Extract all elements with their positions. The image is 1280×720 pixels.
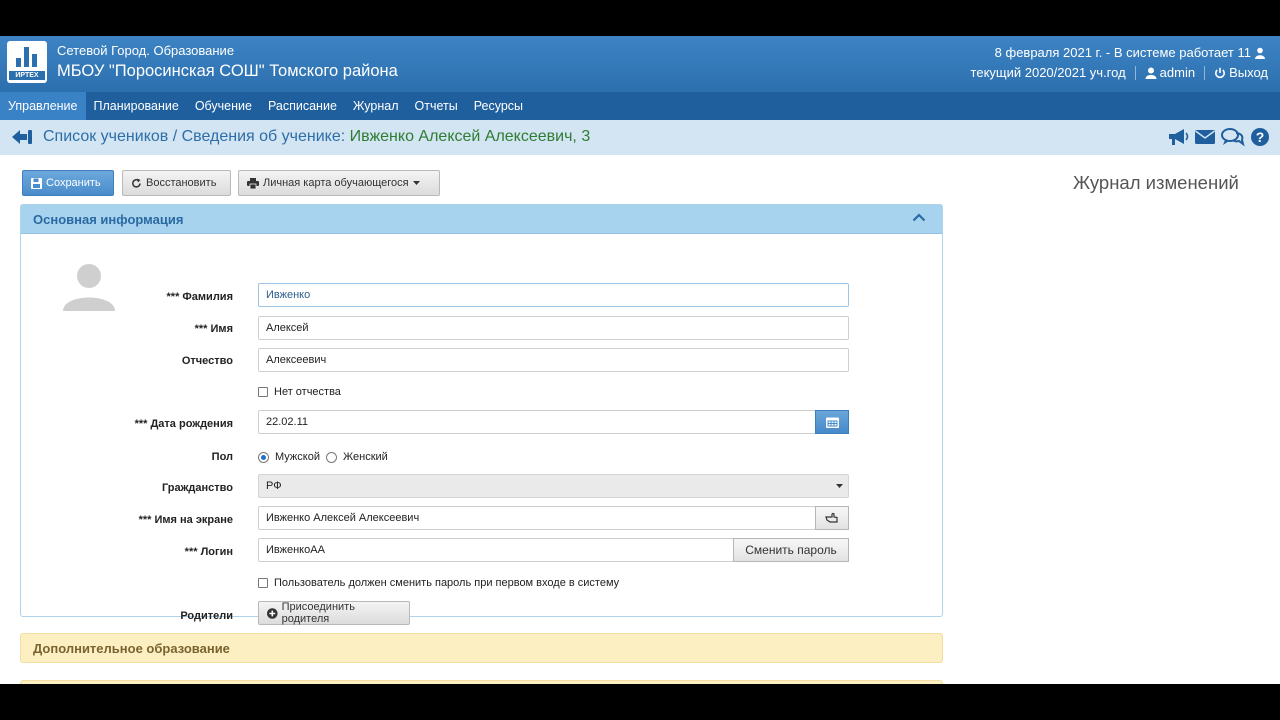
must-change-password-checkbox[interactable] <box>258 578 268 588</box>
label-display-name: *** Имя на экране <box>138 514 233 526</box>
app-logo[interactable]: ИРТЕХ <box>7 41 47 83</box>
display-name-input[interactable]: Ивженко Алексей Алексеевич <box>258 506 816 530</box>
refresh-icon <box>132 178 141 188</box>
user-menu[interactable]: admin <box>1145 65 1195 80</box>
display-name-generate-button[interactable] <box>815 506 849 530</box>
citizenship-value: РФ <box>266 480 282 492</box>
megaphone-icon[interactable] <box>1167 127 1189 147</box>
main-info-header[interactable]: Основная информация <box>21 205 942 234</box>
svg-text:?: ? <box>1256 129 1265 145</box>
save-label: Сохранить <box>46 177 101 189</box>
users-online-icon[interactable] <box>1254 47 1266 59</box>
app-subtitle: Сетевой Город. Образование <box>57 43 235 58</box>
school-year[interactable]: текущий 2020/2021 уч.год <box>971 65 1126 80</box>
extra-education-title: Дополнительное образование <box>33 641 230 656</box>
next-panel-header[interactable] <box>20 680 943 684</box>
change-password-button[interactable]: Сменить пароль <box>733 538 849 562</box>
date-status: 8 февраля 2021 г. - В системе работает 1… <box>995 45 1266 60</box>
bar-chart-icon <box>16 47 38 67</box>
calendar-button[interactable] <box>815 410 849 434</box>
label-citizenship: Гражданство <box>161 482 233 494</box>
date-status-text: 8 февраля 2021 г. - В системе работает 1… <box>994 45 1251 60</box>
help-icon[interactable]: ? <box>1250 127 1270 147</box>
header-user-area: текущий 2020/2021 уч.год admin Выход <box>971 65 1268 80</box>
user-name: admin <box>1159 65 1196 80</box>
top-header: ИРТЕХ Сетевой Город. Образование МБОУ "П… <box>0 36 1280 92</box>
user-icon <box>1145 67 1157 79</box>
main-info-panel: Основная информация *** Фамилия *** Имя … <box>20 204 943 625</box>
breadcrumb-text: Список учеников / Сведения об ученике: И… <box>43 128 590 146</box>
extra-education-panel[interactable]: Дополнительное образование <box>20 633 943 663</box>
gender-female-radio[interactable] <box>326 452 337 463</box>
back-arrow-icon[interactable] <box>10 127 34 147</box>
nav-item-schedule[interactable]: Расписание <box>260 92 345 120</box>
nav-item-management[interactable]: Управление <box>0 92 86 120</box>
logo-text: ИРТЕХ <box>9 71 45 80</box>
breadcrumb: Список учеников / Сведения об ученике: И… <box>0 120 1280 155</box>
patronymic-input[interactable]: Алексеевич <box>258 348 849 372</box>
restore-label: Восстановить <box>146 177 217 189</box>
calendar-icon <box>825 417 839 428</box>
no-patronymic-label: Нет отчества <box>274 386 341 398</box>
nav-item-planning[interactable]: Планирование <box>86 92 187 120</box>
label-login: *** Логин <box>184 546 233 558</box>
personal-card-dropdown[interactable]: Личная карта обучающегося <box>238 170 440 196</box>
login-input[interactable]: ИвженкоАА <box>258 538 734 562</box>
school-title: МБОУ "Поросинская СОШ" Томского района <box>57 62 398 80</box>
printer-icon <box>247 177 259 189</box>
label-gender: Пол <box>211 451 233 463</box>
label-parents: Родители <box>180 610 233 622</box>
power-icon <box>1215 67 1226 78</box>
birth-date-input[interactable]: 22.02.11 <box>258 410 816 434</box>
gender-male-radio[interactable] <box>258 452 269 463</box>
chat-icon[interactable] <box>1221 127 1245 147</box>
chevron-up-icon[interactable] <box>912 212 926 222</box>
label-patronymic: Отчество <box>181 355 233 367</box>
mail-icon[interactable] <box>1194 127 1216 147</box>
label-last-name: *** Фамилия <box>166 291 233 303</box>
floppy-icon <box>31 177 42 189</box>
caret-down-icon <box>412 180 420 185</box>
avatar-placeholder-icon <box>63 264 115 311</box>
breadcrumb-path[interactable]: Список учеников / Сведения об ученике: <box>43 128 350 145</box>
label-birth-date: *** Дата рождения <box>134 418 233 430</box>
nav-item-journal[interactable]: Журнал <box>345 92 407 120</box>
app-window: ИРТЕХ Сетевой Город. Образование МБОУ "П… <box>0 36 1280 684</box>
first-name-input[interactable]: Алексей <box>258 316 849 340</box>
hand-pointer-icon <box>825 512 838 523</box>
breadcrumb-actions: ? <box>1167 127 1270 147</box>
main-info-title: Основная информация <box>33 212 184 227</box>
restore-button[interactable]: Восстановить <box>122 170 231 196</box>
personal-card-label: Личная карта обучающегося <box>263 177 409 189</box>
main-nav: Управление Планирование Обучение Расписа… <box>0 92 1280 120</box>
save-button[interactable]: Сохранить <box>22 170 114 196</box>
nav-item-education[interactable]: Обучение <box>187 92 260 120</box>
logout-label: Выход <box>1229 65 1268 80</box>
logout-link[interactable]: Выход <box>1214 65 1268 80</box>
must-change-password-label: Пользователь должен сменить пароль при п… <box>274 577 620 589</box>
attach-parent-button[interactable]: Присоединить родителя <box>258 601 410 625</box>
change-log-title: Журнал изменений <box>1073 172 1239 193</box>
citizenship-select[interactable]: РФ <box>258 474 849 498</box>
no-patronymic-checkbox[interactable] <box>258 387 268 397</box>
nav-item-resources[interactable]: Ресурсы <box>466 92 531 120</box>
nav-item-reports[interactable]: Отчеты <box>407 92 466 120</box>
student-name: Ивженко Алексей Алексеевич, 3 <box>349 128 591 145</box>
gender-male-label: Мужской <box>275 451 320 463</box>
label-first-name: *** Имя <box>194 323 233 335</box>
attach-parent-label: Присоединить родителя <box>281 601 355 625</box>
gender-female-label: Женский <box>343 451 388 463</box>
caret-down-icon <box>836 484 843 488</box>
last-name-input[interactable]: Ивженко <box>258 283 849 307</box>
plus-circle-icon <box>267 607 278 619</box>
